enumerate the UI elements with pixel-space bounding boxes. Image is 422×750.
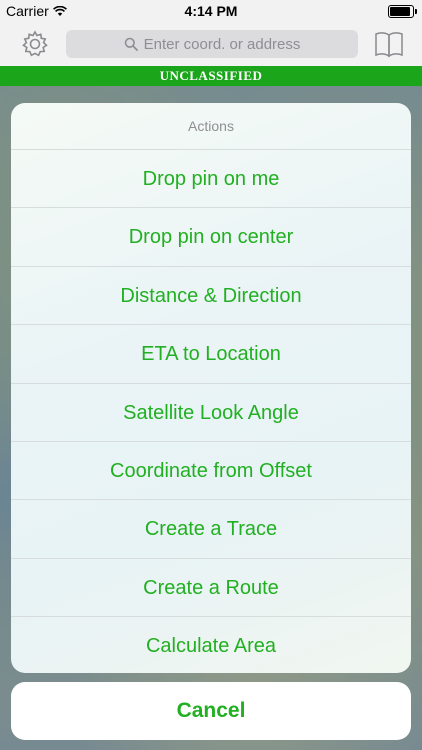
action-distance-direction[interactable]: Distance & Direction <box>11 267 411 326</box>
cancel-button[interactable]: Cancel <box>11 682 411 740</box>
search-input[interactable]: Enter coord. or address <box>66 30 358 58</box>
battery-icon <box>388 5 417 18</box>
action-satellite-look-angle[interactable]: Satellite Look Angle <box>11 384 411 442</box>
action-drop-pin-on-center[interactable]: Drop pin on center <box>11 208 411 267</box>
action-create-trace[interactable]: Create a Trace <box>11 500 411 559</box>
action-create-route[interactable]: Create a Route <box>11 559 411 618</box>
action-calculate-area[interactable]: Calculate Area <box>11 617 411 673</box>
action-sheet-title: Actions <box>11 103 411 150</box>
search-icon <box>124 37 138 51</box>
gear-icon[interactable] <box>20 29 50 59</box>
classification-banner: UNCLASSIFIED <box>0 66 422 86</box>
action-drop-pin-on-me[interactable]: Drop pin on me <box>11 150 411 209</box>
status-bar: Carrier 4:14 PM <box>0 0 422 22</box>
book-icon[interactable] <box>374 30 404 58</box>
action-eta-to-location[interactable]: ETA to Location <box>11 325 411 384</box>
status-time: 4:14 PM <box>184 3 238 19</box>
action-coordinate-from-offset[interactable]: Coordinate from Offset <box>11 442 411 501</box>
nav-bar: Enter coord. or address <box>0 22 422 66</box>
action-sheet: Actions Drop pin on me Drop pin on cente… <box>11 103 411 673</box>
search-placeholder: Enter coord. or address <box>143 35 301 53</box>
